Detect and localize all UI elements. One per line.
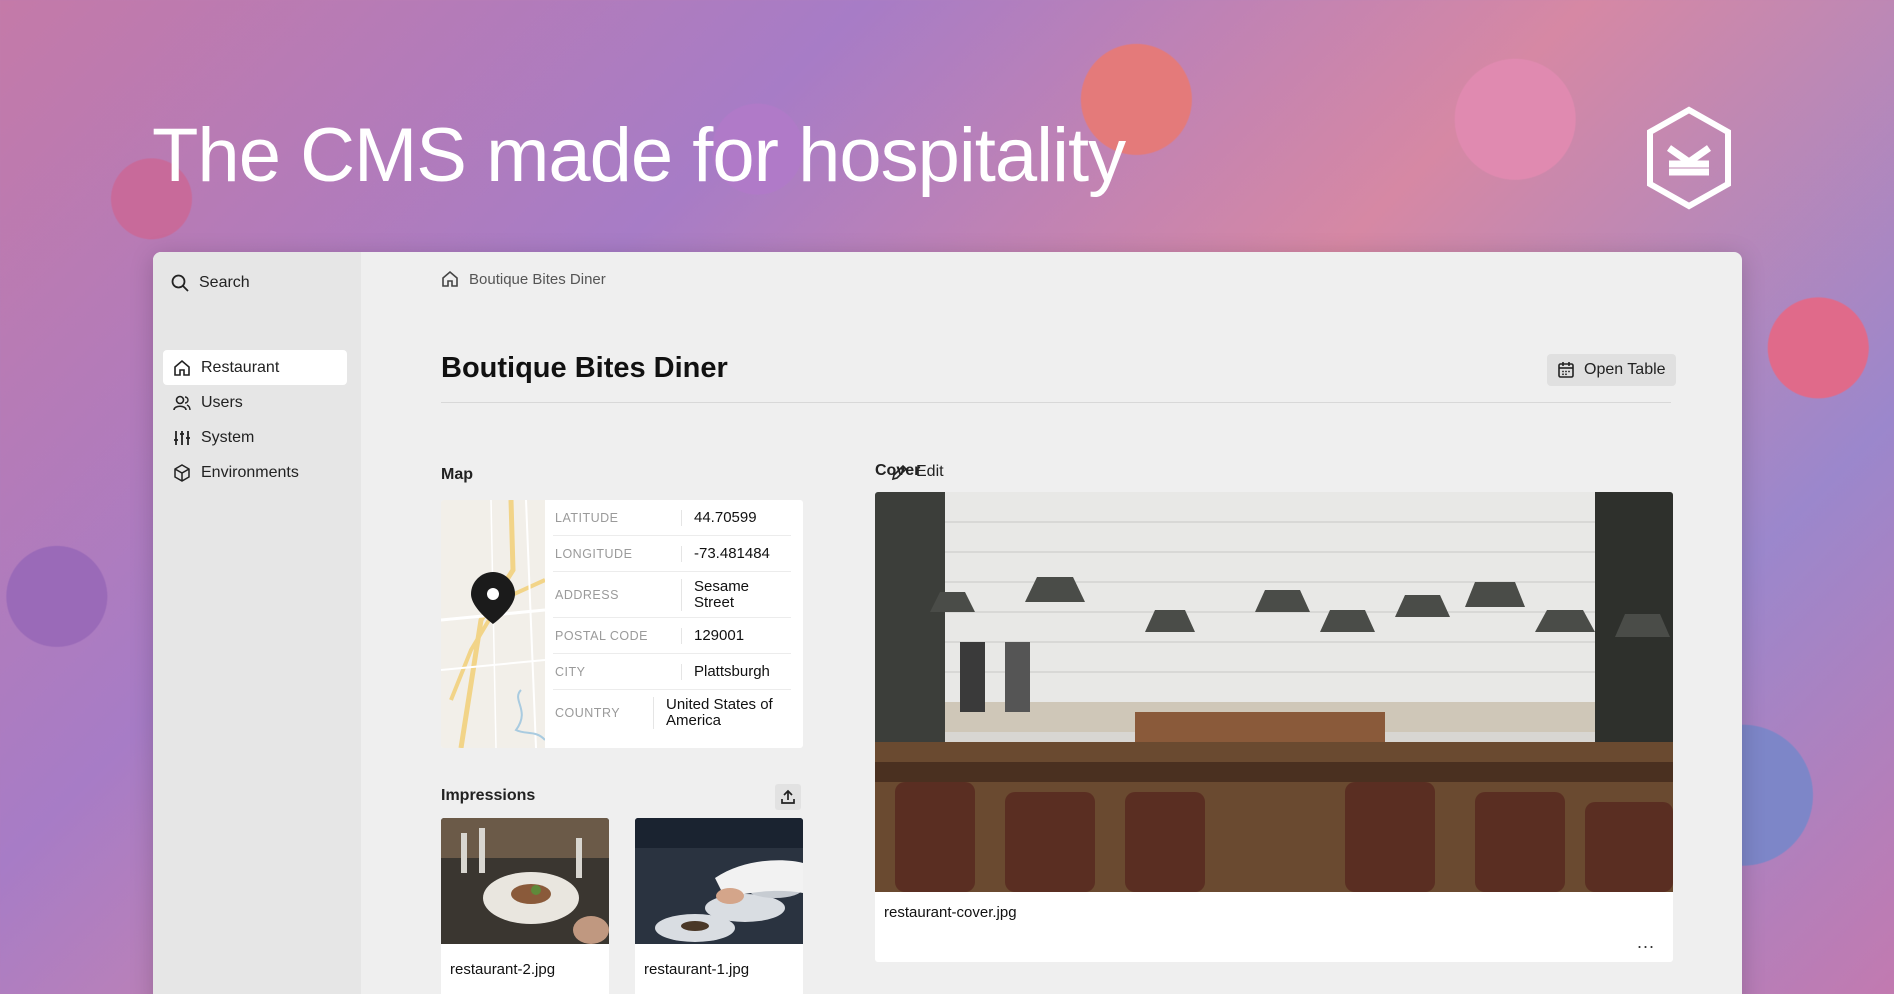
field-value[interactable]: -73.481484	[681, 545, 791, 562]
more-options-button[interactable]: ...	[1637, 932, 1655, 953]
field-value[interactable]: 44.70599	[681, 509, 791, 526]
sidebar-item-restaurant[interactable]: Restaurant	[163, 350, 347, 385]
map-fields: LATITUDE 44.70599 LONGITUDE -73.481484 A…	[553, 500, 791, 736]
page-title: Boutique Bites Diner	[441, 352, 728, 384]
map-field-row: POSTAL CODE 129001	[553, 618, 791, 654]
impression-image	[635, 818, 803, 944]
search-button[interactable]: Search	[171, 270, 250, 296]
search-icon	[171, 274, 189, 292]
sidebar-nav: Restaurant Users System Environments	[163, 350, 347, 490]
sidebar: Search Restaurant Users System Environme…	[153, 252, 361, 994]
sidebar-item-users[interactable]: Users	[163, 385, 347, 420]
header-divider	[441, 402, 1671, 403]
map-field-row: LONGITUDE -73.481484	[553, 536, 791, 572]
field-value[interactable]: Sesame Street	[681, 578, 771, 611]
calendar-icon	[1558, 362, 1574, 378]
home-icon[interactable]	[441, 270, 459, 288]
impression-filename: restaurant-2.jpg	[450, 961, 556, 978]
map-field-row: CITY Plattsburgh	[553, 654, 791, 690]
sidebar-item-label: Users	[201, 393, 243, 411]
map-card: LATITUDE 44.70599 LONGITUDE -73.481484 A…	[441, 500, 803, 748]
home-icon	[174, 359, 190, 376]
main-content: Boutique Bites Diner Boutique Bites Dine…	[361, 252, 1742, 994]
hero-title: The CMS made for hospitality	[152, 113, 1126, 198]
sidebar-item-label: System	[201, 428, 255, 446]
impression-image	[441, 818, 609, 944]
logo-icon	[1647, 106, 1731, 210]
cube-icon	[174, 463, 190, 482]
breadcrumb: Boutique Bites Diner	[441, 270, 606, 288]
map-field-row: COUNTRY United States of America	[553, 690, 791, 736]
sliders-icon	[174, 430, 190, 445]
impression-filename: restaurant-1.jpg	[644, 961, 750, 978]
cover-image	[875, 492, 1673, 892]
field-key: LATITUDE	[555, 510, 619, 525]
field-key: POSTAL CODE	[555, 628, 649, 643]
open-table-button[interactable]: Open Table	[1547, 354, 1676, 386]
impression-card[interactable]: restaurant-2.jpg	[441, 818, 609, 994]
field-key: LONGITUDE	[555, 546, 633, 561]
map-field-row: ADDRESS Sesame Street	[553, 572, 791, 618]
breadcrumb-item[interactable]: Boutique Bites Diner	[469, 271, 606, 288]
app-window: Search Restaurant Users System Environme…	[153, 252, 1742, 994]
map-section-label: Map	[441, 466, 473, 483]
upload-icon	[781, 789, 795, 804]
sidebar-item-label: Environments	[201, 463, 299, 481]
sidebar-item-environments[interactable]: Environments	[163, 455, 347, 490]
impression-card[interactable]: restaurant-1.jpg	[635, 818, 803, 994]
map-field-row: LATITUDE 44.70599	[553, 500, 791, 536]
field-value[interactable]: Plattsburgh	[681, 663, 791, 680]
cover-filename: restaurant-cover.jpg	[884, 904, 1017, 921]
map-image[interactable]	[441, 500, 545, 748]
field-key: ADDRESS	[555, 587, 619, 602]
impressions-section-label: Impressions	[441, 787, 536, 804]
sidebar-item-system[interactable]: System	[163, 420, 347, 455]
cover-card[interactable]: restaurant-cover.jpg ...	[875, 492, 1673, 962]
field-key: CITY	[555, 664, 586, 679]
field-key: COUNTRY	[555, 706, 621, 720]
open-table-label: Open Table	[1584, 361, 1666, 378]
users-icon	[173, 395, 191, 410]
field-value[interactable]: 129001	[681, 627, 791, 644]
search-label: Search	[199, 274, 250, 291]
upload-button[interactable]	[775, 784, 801, 810]
sidebar-item-label: Restaurant	[201, 358, 280, 376]
cover-section-label: Cover	[875, 462, 921, 479]
field-value[interactable]: United States of America	[653, 697, 791, 729]
